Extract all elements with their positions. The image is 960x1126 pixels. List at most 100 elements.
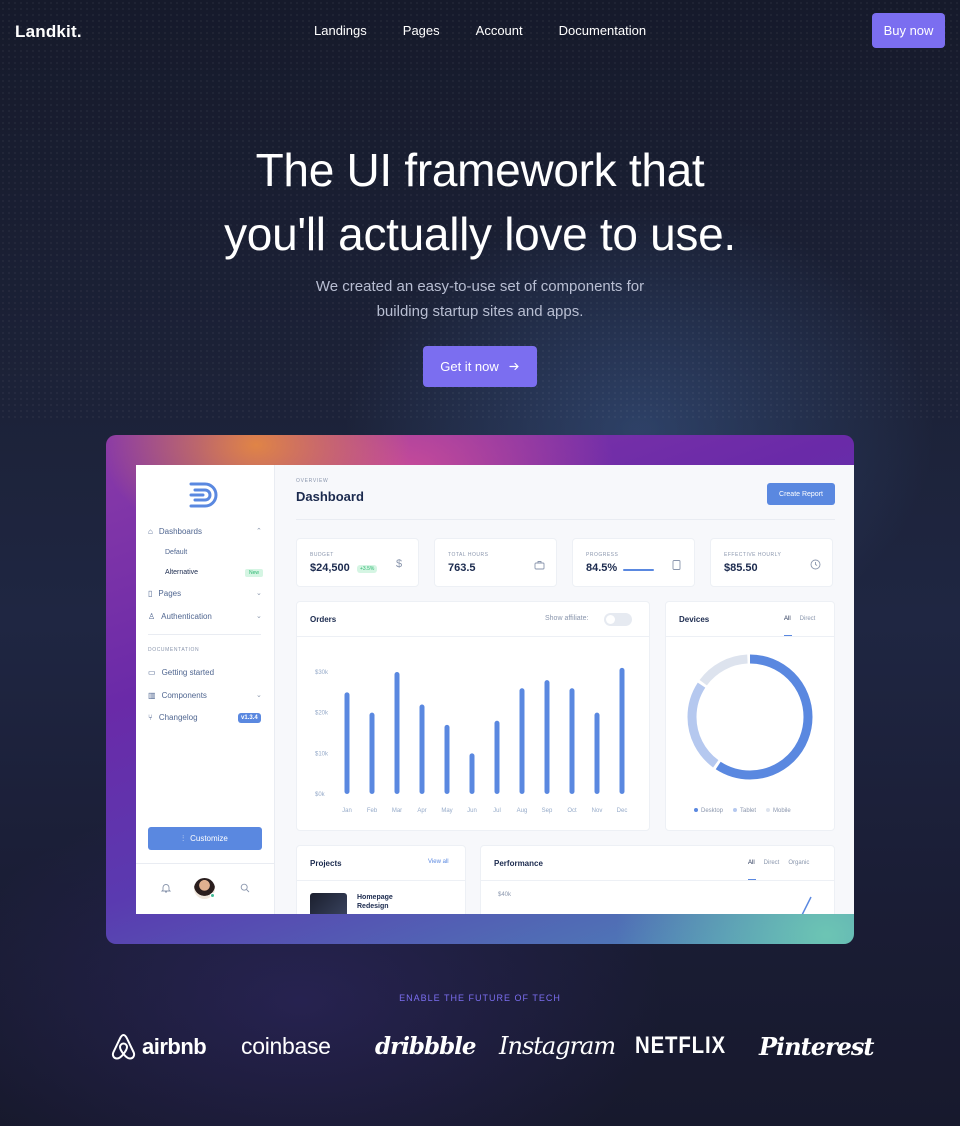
- tab-all[interactable]: All: [784, 616, 791, 622]
- sidebar-item-authentication[interactable]: ♙ Authentication ⌄: [148, 612, 262, 621]
- x-tick-label: Mar: [392, 808, 402, 814]
- card-header-divider: [297, 880, 465, 881]
- stat-card-effective-hourly: EFFECTIVE HOURLY $85.50: [710, 538, 833, 587]
- orders-title: Orders: [310, 615, 337, 624]
- legend-dot: [766, 808, 771, 813]
- performance-card: Performance All Direct Organic $40k: [480, 845, 835, 914]
- project-thumbnail: [310, 893, 347, 914]
- sidebar-subitem-alternative[interactable]: Alternative: [165, 569, 198, 576]
- x-tick-label: Jun: [467, 808, 477, 814]
- sidebar-item-getting-started[interactable]: ▭ Getting started: [148, 668, 214, 677]
- devices-title: Devices: [679, 615, 710, 624]
- customize-button[interactable]: ⫶ Customize: [148, 827, 262, 850]
- stat-label: PROGRESS: [586, 552, 619, 558]
- affiliate-toggle[interactable]: [604, 613, 632, 626]
- git-branch-icon: ⑂: [148, 713, 153, 722]
- sidebar-item-changelog[interactable]: ⑂ Changelog: [148, 713, 198, 722]
- project-name[interactable]: Homepage Redesign: [357, 893, 417, 911]
- x-tick-label: Nov: [592, 808, 603, 814]
- instagram-logo: Instagram: [499, 1032, 616, 1060]
- stat-value: 84.5%: [586, 562, 618, 574]
- bar-jul: [494, 720, 500, 794]
- sliders-icon: ⫶: [182, 833, 185, 843]
- y-tick-label: $20k: [315, 711, 329, 717]
- x-tick-label: Oct: [567, 808, 577, 814]
- dollar-icon: $: [396, 558, 403, 570]
- devices-donut-chart: [687, 654, 813, 780]
- bar-jan: [344, 692, 350, 794]
- nav-link-account[interactable]: Account: [476, 23, 523, 38]
- customize-label: Customize: [190, 834, 228, 843]
- bar-sep: [544, 680, 550, 794]
- bar-mar: [394, 672, 400, 794]
- hero-title-line-2: you'll actually love to use.: [224, 208, 736, 260]
- bar-apr: [419, 704, 425, 794]
- legend-label: Mobile: [773, 808, 791, 814]
- bar-jun: [469, 753, 475, 794]
- orders-card: Orders Show affiliate: $0k $10k $20k $30k Ja…: [296, 601, 650, 831]
- dashkit-logo-icon: [189, 482, 218, 508]
- affiliate-label: Show affiliate:: [545, 615, 589, 622]
- tab-organic[interactable]: Organic: [788, 860, 809, 866]
- nav-link-documentation[interactable]: Documentation: [559, 23, 646, 38]
- sidebar-item-components[interactable]: ▥ Components ⌄: [148, 691, 262, 700]
- nav-links: Landings Pages Account Documentation: [314, 23, 646, 38]
- header-divider: [296, 519, 835, 520]
- sidebar-item-label: Pages: [158, 589, 182, 598]
- online-status-dot: [210, 893, 215, 898]
- get-it-now-button[interactable]: Get it now: [423, 346, 537, 387]
- tab-direct[interactable]: Direct: [764, 860, 780, 866]
- card-header-divider: [481, 880, 834, 881]
- sidebar-heading-documentation: DOCUMENTATION: [148, 647, 200, 653]
- bar-feb: [369, 712, 375, 794]
- coinbase-logo: coinbase: [241, 1033, 331, 1059]
- sidebar-item-label: Getting started: [161, 668, 215, 677]
- airbnb-logo: airbnb: [110, 1032, 207, 1061]
- tab-all[interactable]: All: [748, 860, 755, 866]
- dashboard-sidebar: ⌂ Dashboards ⌃ Default Alternative New ▯…: [136, 465, 275, 914]
- netflix-logo: NETFLIX: [635, 1032, 726, 1059]
- brand-logo[interactable]: Landkit.: [15, 22, 82, 42]
- legend-dot: [733, 808, 738, 813]
- clipboard-icon: [672, 560, 681, 570]
- sidebar-subitem-default[interactable]: Default: [165, 549, 187, 556]
- hero-title-line-1: The UI framework that: [255, 144, 705, 196]
- create-report-button[interactable]: Create Report: [767, 483, 835, 505]
- hero-title: The UI framework that you'll actually lo…: [0, 138, 960, 266]
- performance-line: [801, 896, 812, 914]
- legend-mobile: Mobile: [766, 808, 791, 814]
- clock-icon: [810, 559, 821, 570]
- performance-tabs: All Direct Organic: [748, 860, 809, 866]
- clipboard-icon: ▭: [148, 668, 156, 677]
- performance-title: Performance: [494, 859, 543, 868]
- bar-may: [444, 724, 450, 794]
- orders-bar-chart: $0k $10k $20k $30k Jan Feb Mar Apr May Jun Jul Aug S…: [315, 667, 627, 814]
- file-icon: ▯: [148, 589, 153, 598]
- search-icon[interactable]: [240, 883, 250, 893]
- view-all-link[interactable]: View all: [428, 859, 449, 865]
- sidebar-item-dashboards[interactable]: ⌂ Dashboards ⌃: [148, 527, 262, 536]
- dribbble-logo: dribbble: [375, 1033, 477, 1060]
- tab-direct[interactable]: Direct: [800, 616, 816, 622]
- overview-label: OVERVIEW: [296, 478, 329, 484]
- chevron-down-icon: ⌄: [256, 613, 262, 620]
- stat-label: BUDGET: [310, 552, 334, 558]
- sidebar-item-pages[interactable]: ▯ Pages ⌄: [148, 589, 262, 598]
- sidebar-footer-divider: [136, 863, 275, 864]
- sidebar-item-label: Authentication: [161, 612, 212, 621]
- buy-now-button[interactable]: Buy now: [872, 13, 945, 48]
- nav-link-landings[interactable]: Landings: [314, 23, 367, 38]
- brand-logos: airbnb coinbase dribbble Instagram NETFL…: [108, 1030, 874, 1064]
- bell-icon[interactable]: [161, 883, 171, 893]
- legend-label: Tablet: [740, 808, 757, 814]
- new-badge: New: [245, 569, 264, 577]
- nav-link-pages[interactable]: Pages: [403, 23, 440, 38]
- card-header-divider: [666, 636, 834, 637]
- briefcase-icon: [534, 561, 545, 570]
- stat-card-budget: BUDGET $24,500 +3.5% $: [296, 538, 419, 587]
- hero-subtitle-line-1: We created an easy-to-use set of compone…: [315, 278, 645, 295]
- book-icon: ▥: [148, 691, 156, 700]
- stat-value: $24,500: [310, 562, 350, 574]
- projects-card: Projects View all Homepage Redesign: [296, 845, 466, 914]
- bar-nov: [594, 712, 600, 794]
